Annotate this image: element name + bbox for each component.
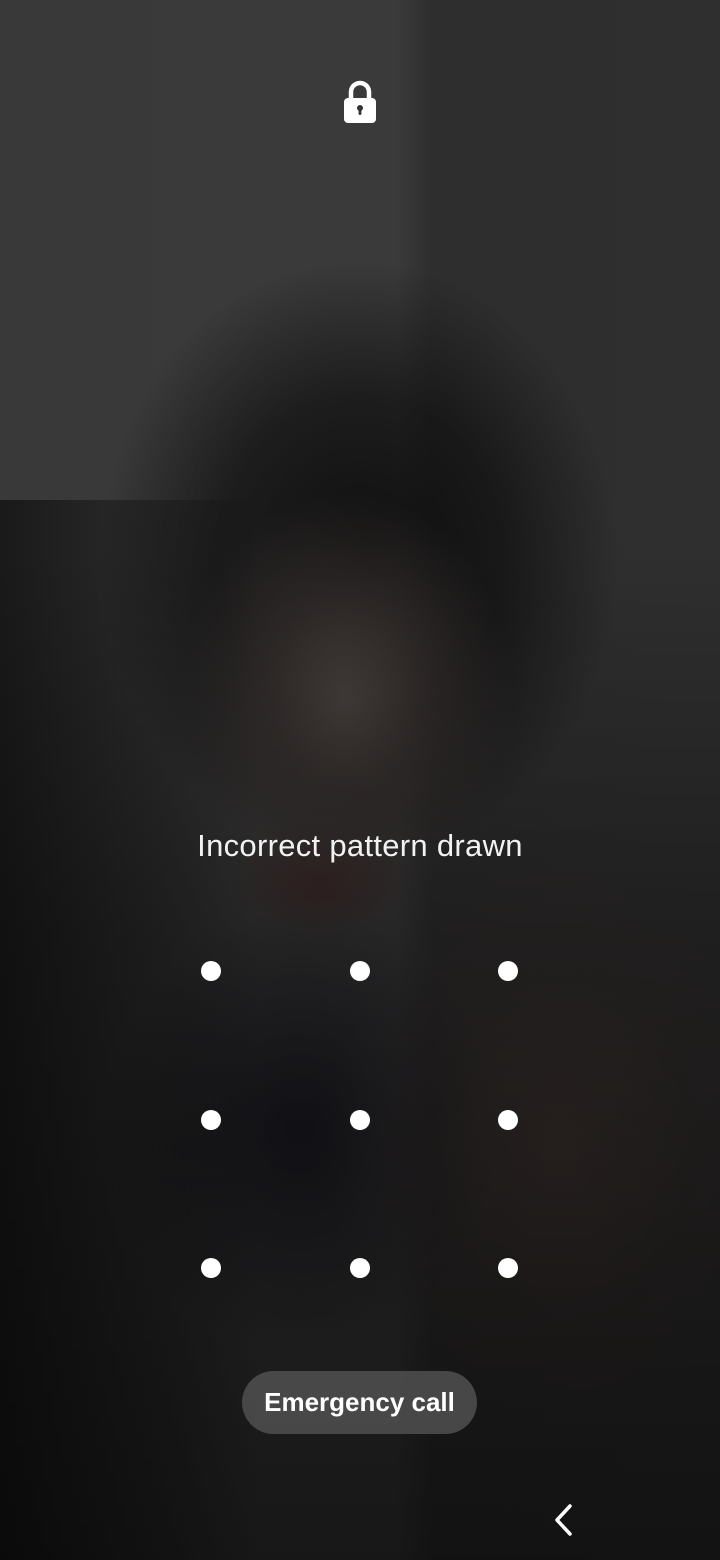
pattern-dot-2[interactable] — [350, 961, 370, 981]
lock-screen: Incorrect pattern drawn Emergency call — [0, 0, 720, 1560]
status-message: Incorrect pattern drawn — [197, 828, 523, 863]
pattern-dot-6[interactable] — [498, 1110, 518, 1130]
pattern-dot-4[interactable] — [201, 1110, 221, 1130]
emergency-call-button[interactable]: Emergency call — [242, 1371, 477, 1434]
pattern-dot-7[interactable] — [201, 1258, 221, 1278]
pattern-dot-5[interactable] — [350, 1110, 370, 1130]
chevron-left-icon[interactable] — [548, 1500, 580, 1540]
pattern-dot-1[interactable] — [201, 961, 221, 981]
pattern-dot-9[interactable] — [498, 1258, 518, 1278]
lock-icon — [344, 80, 376, 123]
pattern-dot-3[interactable] — [498, 961, 518, 981]
pattern-dot-8[interactable] — [350, 1258, 370, 1278]
